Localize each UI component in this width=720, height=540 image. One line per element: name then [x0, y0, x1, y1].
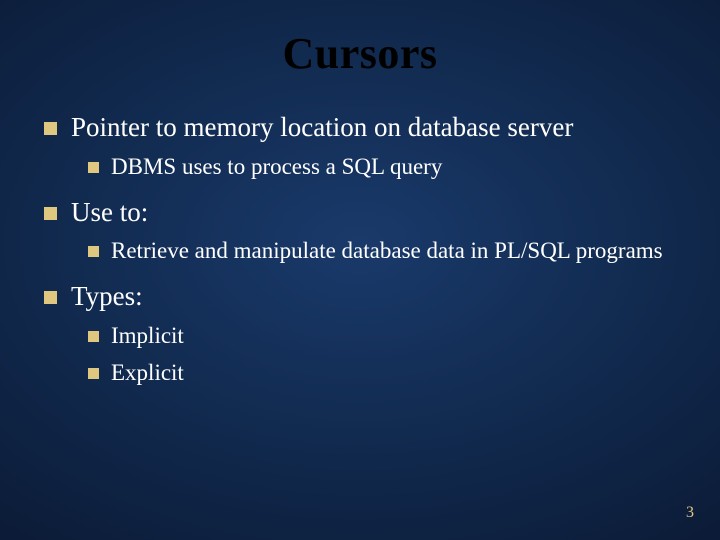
square-bullet-icon	[44, 122, 57, 135]
square-bullet-icon	[88, 368, 99, 379]
bullet-level2: Implicit	[88, 322, 676, 351]
bullet-text: Types:	[71, 280, 143, 314]
square-bullet-icon	[44, 291, 57, 304]
bullet-level2: DBMS uses to process a SQL query	[88, 153, 676, 182]
bullet-level2: Retrieve and manipulate database data in…	[88, 237, 676, 266]
slide: Cursors Pointer to memory location on da…	[0, 0, 720, 540]
bullet-level1: Types:	[44, 280, 676, 314]
bullet-text: Use to:	[71, 196, 148, 230]
bullet-text: Explicit	[111, 359, 184, 388]
bullet-level2: Explicit	[88, 359, 676, 388]
bullet-level1: Use to:	[44, 196, 676, 230]
page-number: 3	[686, 504, 694, 522]
slide-title: Cursors	[0, 0, 720, 97]
slide-content: Pointer to memory location on database s…	[0, 111, 720, 387]
bullet-text: Pointer to memory location on database s…	[71, 111, 573, 145]
bullet-text: DBMS uses to process a SQL query	[111, 153, 442, 182]
square-bullet-icon	[88, 246, 99, 257]
square-bullet-icon	[44, 207, 57, 220]
bullet-level1: Pointer to memory location on database s…	[44, 111, 676, 145]
square-bullet-icon	[88, 162, 99, 173]
bullet-text: Retrieve and manipulate database data in…	[111, 237, 663, 266]
bullet-text: Implicit	[111, 322, 184, 351]
square-bullet-icon	[88, 331, 99, 342]
